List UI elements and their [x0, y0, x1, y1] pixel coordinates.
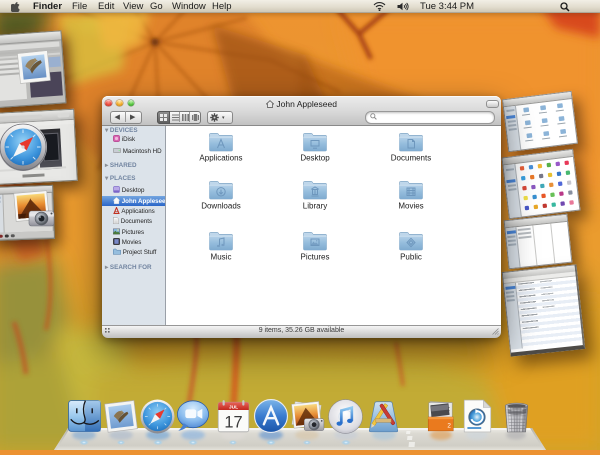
svg-text:JUL: JUL — [229, 404, 238, 410]
svg-text:Pictures: Pictures — [301, 253, 330, 262]
svg-text:Public: Public — [400, 253, 422, 262]
svg-text:2: 2 — [447, 423, 451, 430]
svg-text:Documents: Documents — [391, 154, 431, 163]
svg-text:Applications: Applications — [199, 154, 242, 163]
svg-text:Downloads: Downloads — [201, 202, 241, 211]
svg-text:Desktop: Desktop — [300, 154, 330, 163]
svg-text:Library: Library — [303, 202, 327, 211]
svg-text:Music: Music — [211, 253, 232, 262]
svg-text:Movies: Movies — [398, 202, 423, 211]
svg-text:17: 17 — [224, 413, 242, 431]
